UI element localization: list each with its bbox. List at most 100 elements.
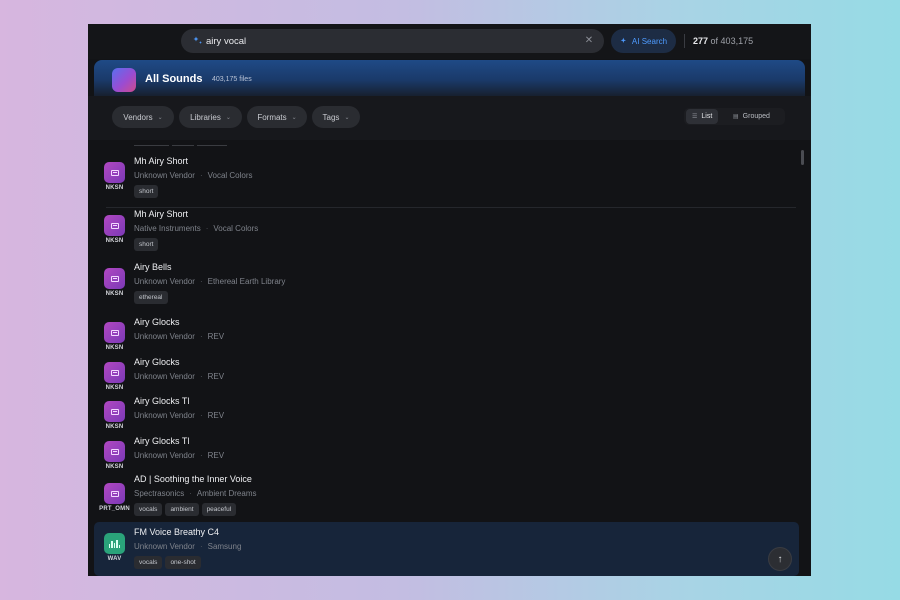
filter-bar: Vendors ⌄ Libraries ⌄ Formats ⌄ Tags ⌄ ☰… — [88, 96, 811, 208]
result-count: 277 of 403,175 — [693, 36, 753, 46]
chevron-down-icon: ⌄ — [157, 114, 163, 121]
sound-title: Airy Glocks Tl — [134, 436, 190, 446]
sound-title: Airy Glocks — [134, 317, 180, 327]
chevron-down-icon: ⌄ — [291, 114, 297, 121]
tag-list: short — [134, 185, 159, 198]
nksn-file-icon — [104, 162, 125, 183]
list-item[interactable]: PRT_OMN AD | Soothing the Inner Voice Sp… — [94, 471, 799, 523]
tag[interactable]: vocals — [134, 556, 163, 569]
vendors-filter[interactable]: Vendors ⌄ — [112, 106, 174, 128]
grouped-icon: ▤ — [733, 114, 739, 120]
library-name: Vocal Colors — [207, 171, 253, 180]
vendor-name: Unknown Vendor — [134, 171, 195, 180]
page-title: All Sounds — [145, 73, 203, 85]
tag-list: ethereal — [134, 291, 168, 304]
formats-filter[interactable]: Formats ⌄ — [247, 106, 307, 128]
grouped-view-label: Grouped — [742, 113, 770, 120]
library-name: REV — [207, 372, 225, 381]
list-item[interactable]: NKSN Airy Glocks Tl Unknown Vendor · REV — [94, 392, 799, 430]
chevron-down-icon: ⌄ — [344, 114, 350, 121]
tag[interactable]: one-shot — [165, 556, 201, 569]
chevron-down-icon: ⌄ — [225, 114, 231, 121]
arrow-up-icon: ↑ — [777, 553, 783, 565]
grouped-view-button[interactable]: ▤ Grouped — [727, 109, 776, 124]
sound-title: FM Voice Breathy C4 — [134, 527, 220, 537]
tag[interactable]: ethereal — [134, 291, 168, 304]
app-logo — [112, 68, 136, 92]
ai-search-button[interactable]: AI Search — [611, 29, 676, 53]
library-name: Vocal Colors — [213, 224, 259, 233]
list-item[interactable]: NKSN Mh Airy Short Native Instruments · Vo… — [94, 206, 799, 258]
sound-title: Airy Glocks Tl — [134, 396, 190, 406]
tag[interactable]: peaceful — [201, 503, 237, 516]
list-view-button[interactable]: ☰ List — [686, 109, 719, 124]
sparkle-search-icon — [193, 36, 202, 44]
scroll-to-top-button[interactable]: ↑ — [768, 547, 792, 571]
list-item[interactable]: NKSN Mh Airy Short Unknown Vendor · Vocal … — [94, 153, 799, 205]
vendor-name: Unknown Vendor — [134, 451, 195, 460]
formats-filter-label: Formats — [257, 112, 287, 122]
sound-meta: Unknown Vendor · Vocal Colors — [134, 171, 253, 180]
ai-search-label: AI Search — [631, 36, 668, 46]
tag[interactable]: vocals — [134, 503, 163, 516]
file-type: WAV — [107, 556, 122, 562]
sound-meta: Unknown Vendor · REV — [134, 332, 225, 341]
sound-meta: Spectrasonics · Ambient Dreams — [134, 489, 257, 498]
vendor-name: Unknown Vendor — [134, 411, 195, 420]
list-item[interactable]: NKSN Airy Glocks Unknown Vendor · REV — [94, 313, 799, 351]
libraries-filter[interactable]: Libraries ⌄ — [179, 106, 242, 128]
clear-search-button[interactable]: ✕ — [583, 35, 595, 47]
sound-title: Mh Airy Short — [134, 156, 189, 166]
library-name: REV — [207, 411, 225, 420]
search-input[interactable] — [206, 33, 576, 49]
nksn-file-icon — [104, 441, 125, 462]
list-icon: ☰ — [692, 114, 698, 120]
vendor-name: Spectrasonics — [134, 489, 185, 498]
file-type: NKSN — [105, 345, 124, 351]
tag[interactable]: ambient — [165, 503, 199, 516]
list-item[interactable]: NKSN Airy Bells Unknown Vendor · Ethereal … — [94, 259, 799, 311]
tag-list: vocals one-shot — [134, 556, 201, 569]
prt-omn-file-icon — [104, 483, 125, 504]
sound-meta: Unknown Vendor · REV — [134, 372, 225, 381]
list-item[interactable]: NKSN Airy Glocks Unknown Vendor · REV — [94, 353, 799, 391]
ghost-tag — [197, 145, 227, 146]
file-type: NKSN — [105, 291, 124, 297]
tags-filter[interactable]: Tags ⌄ — [312, 106, 360, 128]
list-item-selected[interactable]: WAV FM Voice Breathy C4 Unknown Vendor · S… — [94, 522, 799, 576]
sound-title: Airy Bells — [134, 262, 172, 272]
sound-title: Mh Airy Short — [134, 209, 189, 219]
scrollbar-thumb[interactable] — [801, 150, 804, 165]
search-bar[interactable]: ✕ — [181, 29, 604, 53]
nksn-file-icon — [104, 322, 125, 343]
ghost-tag — [134, 145, 169, 146]
library-name: Ethereal Earth Library — [207, 277, 286, 286]
sound-list[interactable]: NKSN Mh Airy Short Unknown Vendor · Vocal … — [88, 141, 811, 576]
waveform-icon — [108, 539, 121, 548]
library-header: All Sounds 403,175 files — [94, 60, 805, 96]
tag-list: vocals ambient peaceful — [134, 503, 237, 516]
top-bar: ✕ AI Search 277 of 403,175 — [88, 24, 811, 59]
sound-meta: Unknown Vendor · Ethereal Earth Library — [134, 277, 286, 286]
vendor-name: Unknown Vendor — [134, 332, 195, 341]
wav-file-icon — [104, 533, 125, 554]
sound-meta: Native Instruments · Vocal Colors — [134, 224, 259, 233]
vendor-name: Native Instruments — [134, 224, 201, 233]
sparkle-icon — [620, 37, 626, 43]
nksn-file-icon — [104, 215, 125, 236]
file-type: NKSN — [105, 185, 124, 191]
sound-title: Airy Glocks — [134, 357, 180, 367]
file-type: NKSN — [105, 464, 124, 470]
divider — [684, 34, 685, 48]
nksn-file-icon — [104, 401, 125, 422]
tag[interactable]: short — [134, 185, 159, 198]
list-view-label: List — [701, 113, 713, 120]
tag[interactable]: short — [134, 238, 159, 251]
list-item[interactable]: NKSN Airy Glocks Tl Unknown Vendor · REV — [94, 432, 799, 470]
file-type: NKSN — [105, 424, 124, 430]
library-name: Ambient Dreams — [196, 489, 257, 498]
vendor-name: Unknown Vendor — [134, 277, 195, 286]
sound-meta: Unknown Vendor · REV — [134, 411, 225, 420]
result-total: of 403,175 — [710, 36, 754, 46]
vendor-name: Unknown Vendor — [134, 542, 195, 551]
